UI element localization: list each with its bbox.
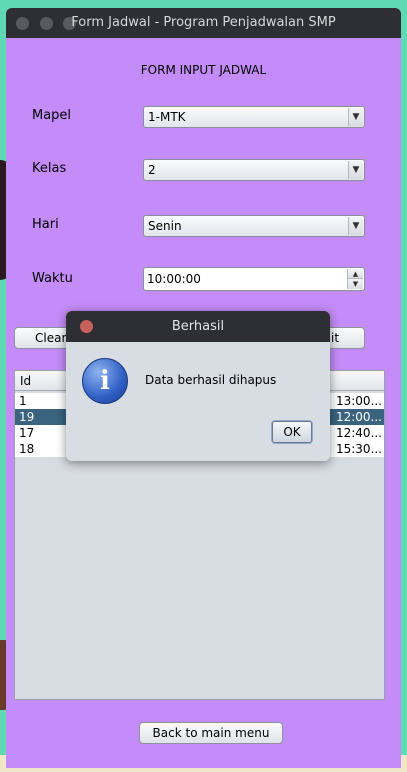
cell-id: 1 (19, 394, 27, 408)
chevron-down-icon[interactable]: ▼ (348, 161, 363, 179)
chevron-down-icon[interactable]: ▼ (348, 108, 363, 126)
form-heading: FORM INPUT JADWAL (140, 63, 267, 77)
window-title: Form Jadwal - Program Penjadwalan SMP (71, 15, 336, 30)
dialog-message: Data berhasil dihapus (145, 373, 277, 387)
hari-combo[interactable]: Senin ▼ (143, 215, 365, 237)
window-titlebar: Form Jadwal - Program Penjadwalan SMP (6, 8, 401, 38)
back-to-main-menu-button[interactable]: Back to main menu (139, 722, 283, 744)
kelas-label: Kelas (32, 161, 67, 176)
cell-id: 18 (19, 442, 35, 456)
kelas-combo[interactable]: 2 ▼ (143, 159, 365, 181)
chevron-down-icon[interactable]: ▼ (348, 217, 363, 235)
cell-waktu: 12:00... (335, 410, 382, 424)
berhasil-dialog: Berhasil i Data berhasil dihapus OK (66, 311, 330, 461)
waktu-label: Waktu (32, 271, 73, 286)
waktu-value: 10:00:00 (147, 272, 201, 286)
spinner-buttons: ▲ ▼ (347, 269, 363, 289)
cell-waktu: 13:00... (335, 394, 382, 408)
hari-value: Senin (148, 219, 182, 233)
mapel-value: 1-MTK (148, 110, 186, 124)
clear-button[interactable]: Clear (14, 327, 74, 349)
ok-button[interactable]: OK (272, 421, 312, 443)
cell-waktu: 15:30... (335, 442, 382, 456)
waktu-spinner[interactable]: 10:00:00 ▲ ▼ (143, 267, 365, 291)
dialog-title: Berhasil (171, 319, 225, 334)
column-header-id[interactable]: Id (20, 374, 31, 388)
mapel-combo[interactable]: 1-MTK ▼ (143, 106, 365, 128)
mapel-label: Mapel (32, 108, 72, 123)
cell-waktu: 12:40... (335, 426, 382, 440)
hari-label: Hari (32, 217, 59, 232)
cell-id: 17 (19, 426, 35, 440)
cell-id: 19 (19, 410, 35, 424)
dialog-titlebar: Berhasil (66, 311, 330, 342)
info-icon: i (82, 358, 128, 404)
spin-down-icon[interactable]: ▼ (348, 279, 363, 289)
kelas-value: 2 (148, 163, 156, 177)
spin-up-icon[interactable]: ▲ (348, 269, 363, 279)
